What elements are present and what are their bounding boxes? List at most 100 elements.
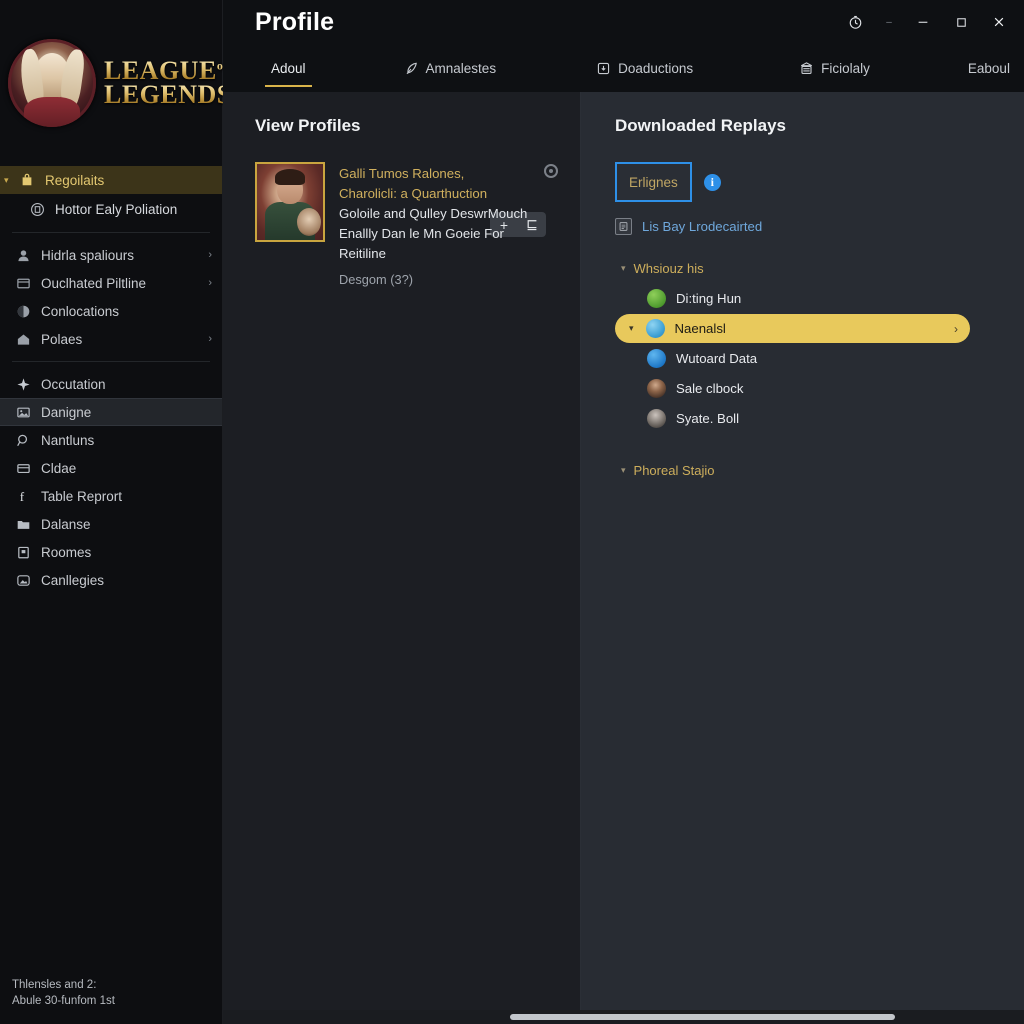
tab-label: Eaboul — [967, 60, 1010, 76]
sidebar-item-hottor-ealy-poliation[interactable]: Hottor Ealy Poliation — [0, 194, 222, 224]
thumb-second-face — [297, 208, 321, 236]
content-panels: View Profiles + ⊑ Galli Tumos Ralones, C… — [223, 92, 1024, 1024]
sparkle-icon — [14, 375, 32, 393]
sidebar-footer: Thlensles and 2: Abule 30-funfom 1st — [12, 977, 115, 1010]
app-window: LEAGUEof LEGENDS ▾ Regoilaits Hottor Eal… — [0, 0, 1024, 1024]
tab-label: Doaductions — [618, 60, 694, 76]
sidebar-item-occutation[interactable]: Occutation — [0, 370, 222, 398]
chevron-down-icon: ▾ — [629, 323, 634, 333]
bag-icon — [18, 171, 36, 189]
sidebar-item-dalanse[interactable]: Dalanse — [0, 510, 222, 538]
chevron-right-icon: › — [208, 333, 212, 345]
sidebar-item-ouclhated-piltline[interactable]: Ouclhated Piltline › — [0, 269, 222, 297]
downloaded-replays-panel: Downloaded Replays Erlignes i Lis Bay Lr… — [581, 92, 1024, 1024]
brand-wordmark: LEAGUEof LEGENDS — [104, 59, 232, 108]
tab-eaboul[interactable]: Eaboul — [954, 44, 1024, 92]
tab-ficiolaly[interactable]: Ficiolaly — [785, 44, 884, 92]
home-icon — [14, 330, 32, 348]
sidebar-item-label: Hottor Ealy Poliation — [55, 201, 178, 217]
folder-icon — [14, 515, 32, 533]
maximize-button[interactable] — [942, 6, 980, 38]
archive-icon — [799, 61, 814, 76]
sidebar-item-polaes[interactable]: Polaes › — [0, 325, 222, 353]
sidebar-item-label: Table Reprort — [41, 488, 123, 504]
chevron-down-icon: ▾ — [4, 174, 9, 185]
replay-item-diting-hun[interactable]: Di:ting Hun — [615, 284, 1002, 313]
building-icon — [14, 543, 32, 561]
tab-amnalestes[interactable]: Amnalestes — [390, 44, 511, 92]
footer-line-2: Abule 30-funfom 1st — [12, 995, 115, 1008]
profile-title-line-2: Charolicli: a Quarthuction — [339, 186, 488, 202]
tab-adoul[interactable]: Adoul — [257, 44, 320, 92]
replay-item-label: Syate. Boll — [676, 411, 740, 426]
chevron-right-icon: › — [208, 249, 212, 261]
replay-avatar — [647, 289, 666, 308]
sidebar-item-label: Occutation — [41, 376, 106, 392]
app-logo: LEAGUEof LEGENDS — [0, 0, 231, 166]
erlignes-button[interactable]: Erlignes — [615, 162, 692, 202]
hair-right — [57, 47, 87, 113]
sidebar-nav: ▾ Regoilaits Hottor Ealy Poliation Hidrl… — [0, 166, 222, 594]
f-icon: f — [14, 487, 32, 505]
profile-thumbnail — [255, 162, 325, 242]
sidebar-item-hidrla-spaliours[interactable]: Hidrla spaliours › — [0, 241, 222, 269]
scrollbar-thumb[interactable] — [510, 1014, 895, 1020]
panel-title-view-profiles: View Profiles — [255, 116, 361, 135]
chevron-right-icon: › — [208, 277, 212, 289]
replay-item-naenalsl[interactable]: ▾ Naenalsl › — [615, 314, 970, 343]
replay-item-syate-boll[interactable]: Syate. Boll — [615, 404, 1002, 433]
contrast-icon — [14, 302, 32, 320]
inbox-icon — [14, 459, 32, 477]
document-icon — [615, 218, 632, 235]
sidebar-item-regoilaits[interactable]: ▾ Regoilaits — [0, 166, 222, 194]
sidebar-item-conlocations[interactable]: Conlocations — [0, 297, 222, 325]
sidebar-item-cldae[interactable]: Cldae — [0, 454, 222, 482]
sidebar-item-label: Ouclhated Piltline — [41, 275, 147, 291]
sidebar-divider-2 — [12, 361, 210, 362]
sidebar-item-label: Polaes — [41, 331, 83, 347]
sidebar-item-label: Canllegies — [41, 572, 105, 588]
status-badge[interactable] — [544, 164, 558, 178]
sidebar-item-nantluns[interactable]: Nantluns — [0, 426, 222, 454]
profile-body-line-2: Enallly Dan le Mn Goeie For — [339, 226, 504, 242]
tab-label: Ficiolaly — [821, 60, 870, 76]
download-box-icon — [596, 61, 611, 76]
sidebar-item-danigne[interactable]: Danigne — [0, 398, 222, 426]
replay-item-wutoard-data[interactable]: Wutoard Data — [615, 344, 1002, 373]
group-label: Phoreal Stajio — [633, 463, 715, 478]
profile-body-line-3: Reitiline — [339, 246, 386, 262]
tab-doaductions[interactable]: Doaductions — [582, 44, 707, 92]
sidebar-item-label: Dalanse — [41, 516, 91, 532]
badge-icon — [28, 200, 46, 218]
replay-action-row: Erlignes i — [615, 162, 1002, 202]
close-button[interactable] — [980, 6, 1018, 38]
profile-card[interactable]: Galli Tumos Ralones, Charolicli: a Quart… — [255, 162, 560, 287]
titlebar: Profile – — [223, 0, 1024, 44]
thumb-hair — [275, 169, 305, 185]
page-title: Profile — [255, 7, 335, 36]
history-icon[interactable] — [836, 6, 874, 38]
replay-group-phoreal-stajio[interactable]: ▾ Phoreal Stajio — [621, 463, 1002, 478]
info-icon[interactable]: i — [703, 173, 721, 191]
minimize-button[interactable] — [904, 6, 942, 38]
profile-details: Galli Tumos Ralones, Charolicli: a Quart… — [339, 162, 560, 287]
cloud-icon — [14, 571, 32, 589]
sidebar-item-table-reprort[interactable]: f Table Reprort — [0, 482, 222, 510]
horizontal-scrollbar[interactable] — [223, 1010, 1024, 1024]
sidebar-divider-1 — [12, 232, 210, 233]
image-icon — [14, 403, 32, 421]
replay-group-whsiouz-his[interactable]: ▾ Whsiouz his — [621, 261, 1002, 276]
profile-title-line-1: Galli Tumos Ralones, — [339, 166, 465, 181]
main-area: Profile – Adoul Amnalestes Doaductions F… — [223, 0, 1024, 1024]
sidebar-item-canllegies[interactable]: Canllegies — [0, 566, 222, 594]
footer-line-1: Thlensles and 2: — [12, 978, 97, 991]
more-dash-icon[interactable]: – — [874, 6, 904, 38]
replay-link-row[interactable]: Lis Bay Lrodecairted — [615, 218, 1002, 235]
sidebar-item-label: Danigne — [41, 404, 92, 420]
view-profiles-panel: View Profiles + ⊑ Galli Tumos Ralones, C… — [223, 92, 581, 1024]
replay-avatar — [647, 409, 666, 428]
sidebar-item-roomes[interactable]: Roomes — [0, 538, 222, 566]
replay-item-sale-clbock[interactable]: Sale clbock — [615, 374, 1002, 403]
sidebar-item-label: Regoilaits — [45, 172, 105, 188]
replay-avatar — [647, 379, 666, 398]
